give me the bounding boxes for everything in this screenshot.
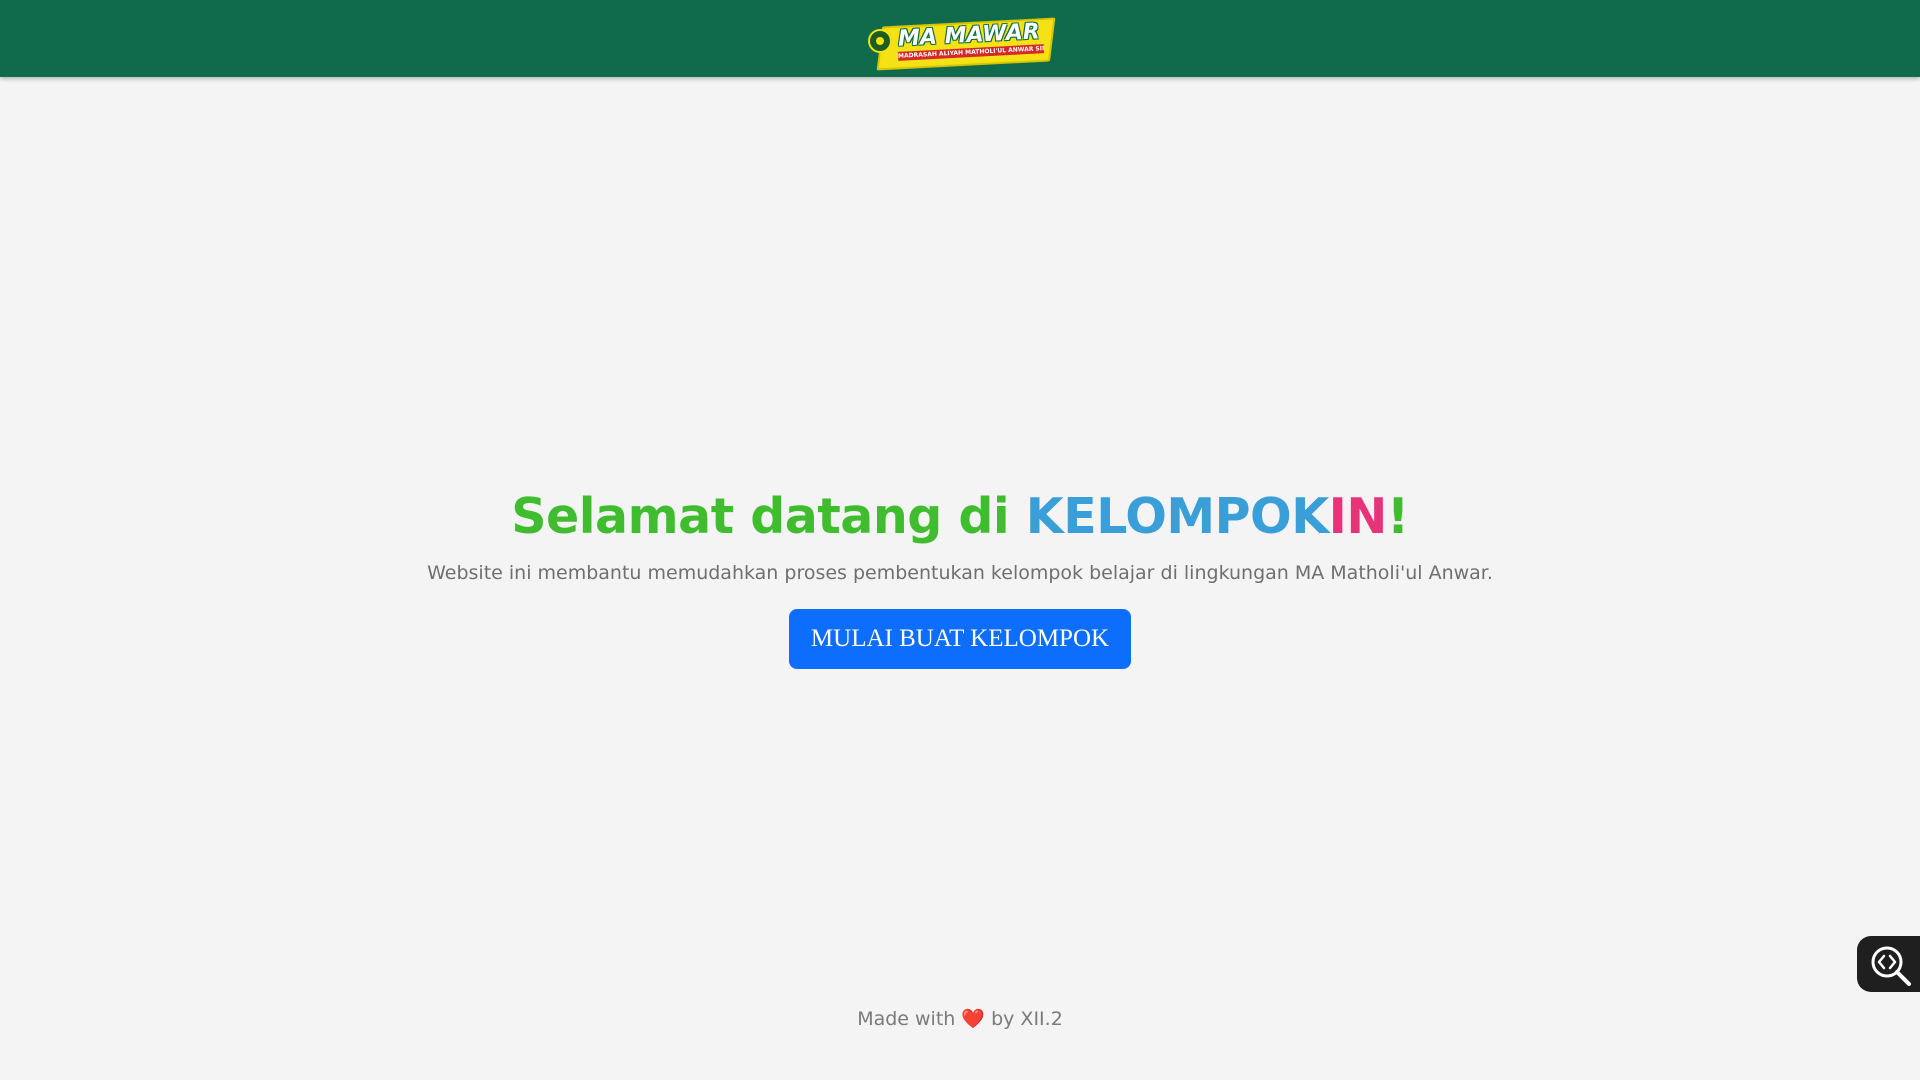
navbar: MA MAWAR MADRASAH ALIYAH MATHOLI'UL ANWA… (0, 0, 1920, 77)
heart-icon: ❤️ (961, 1008, 986, 1030)
page-title: Selamat datang di KELOMPOKIN! (0, 485, 1920, 549)
hero-section: Selamat datang di KELOMPOKIN! Website in… (0, 485, 1920, 669)
footer-prefix: Made with (857, 1008, 962, 1030)
emblem-icon (868, 28, 892, 53)
title-kelompok: KELOMPOK (1025, 488, 1329, 545)
school-logo[interactable]: MA MAWAR MADRASAH ALIYAH MATHOLI'UL ANWA… (868, 17, 1056, 70)
code-search-tool-button[interactable] (1857, 936, 1920, 992)
hero-subtitle: Website ini membantu memudahkan proses p… (427, 562, 1493, 584)
title-welcome: Selamat datang di (511, 488, 1026, 545)
footer-credit: by XII.2 (985, 1008, 1063, 1030)
start-create-group-button[interactable]: MULAI BUAT KELOMPOK (788, 609, 1132, 669)
code-search-icon (1871, 946, 1911, 986)
title-exclamation: ! (1386, 488, 1409, 545)
title-in: IN (1328, 488, 1388, 545)
footer: Made with ❤️ by XII.2 (0, 1007, 1920, 1030)
